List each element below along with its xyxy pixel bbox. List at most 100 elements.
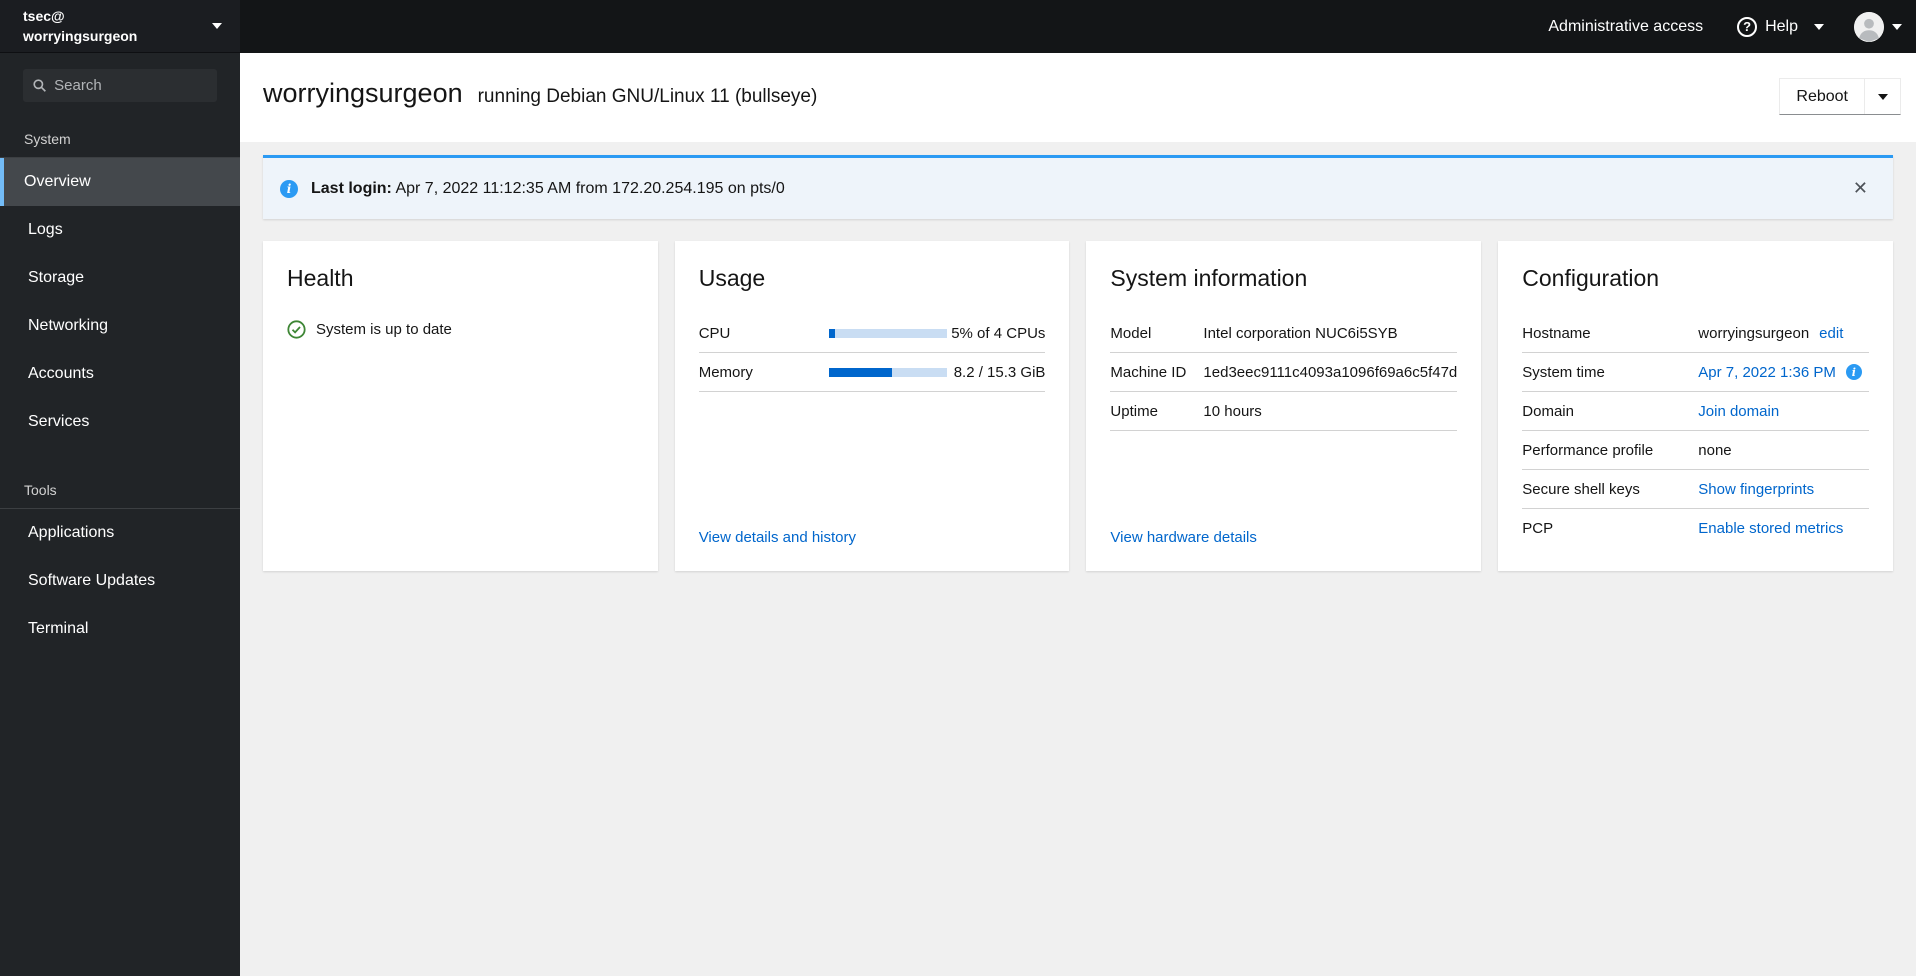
nav-section-tools: Tools Applications Software Updates Term… <box>0 482 240 653</box>
row-value: Intel corporation NUC6i5SYB <box>1203 324 1398 342</box>
row-value: Show fingerprints <box>1698 481 1869 498</box>
system-time-link[interactable]: Apr 7, 2022 1:36 PM <box>1698 364 1836 381</box>
configuration-card: Configuration Hostname worryingsurgeon e… <box>1498 241 1893 571</box>
overview-content: i Last login: Apr 7, 2022 11:12:35 AM fr… <box>240 142 1916 976</box>
enable-stored-metrics-link[interactable]: Enable stored metrics <box>1698 520 1843 537</box>
session-menu[interactable] <box>1854 11 1902 42</box>
table-row: System time Apr 7, 2022 1:36 PM i <box>1522 353 1869 392</box>
chevron-down-icon <box>1814 23 1824 30</box>
health-status: System is up to date <box>287 320 634 339</box>
table-row: Machine ID 1ed3eec9111c4093a1096f69a6c5f… <box>1110 353 1458 392</box>
health-card: Health System is up to date <box>263 241 658 571</box>
join-domain-link[interactable]: Join domain <box>1698 403 1779 420</box>
row-label: Hostname <box>1522 324 1591 342</box>
usage-card: Usage CPU 5% of 4 CPUs Memory 8.2 / 15.3… <box>674 241 1070 571</box>
sidebar-item-accounts[interactable]: Accounts <box>0 350 240 398</box>
usage-row-label: Memory <box>698 363 753 381</box>
close-icon[interactable]: ✕ <box>1845 174 1876 203</box>
usage-row-label: CPU <box>698 324 731 342</box>
view-details-history-link[interactable]: View details and history <box>699 529 856 546</box>
chevron-down-icon <box>212 23 222 29</box>
sidebar-item-networking[interactable]: Networking <box>0 302 240 350</box>
os-subtitle: running Debian GNU/Linux 11 (bullseye) <box>477 86 818 107</box>
app-window: tsec@ worryingsurgeon System Overview Lo… <box>0 0 1916 976</box>
edit-hostname-link[interactable]: edit <box>1819 325 1843 342</box>
health-status-text: System is up to date <box>316 321 452 338</box>
view-hardware-details-link[interactable]: View hardware details <box>1110 529 1256 546</box>
performance-profile-value: none <box>1698 441 1732 459</box>
nav-section-title: Tools <box>0 482 240 509</box>
table-row: Model Intel corporation NUC6i5SYB <box>1110 314 1458 353</box>
cpu-progress-fill <box>828 328 835 338</box>
sidebar-item-terminal[interactable]: Terminal <box>0 605 240 653</box>
page-header: worryingsurgeon running Debian GNU/Linux… <box>240 53 1916 142</box>
chevron-down-icon <box>1877 93 1888 100</box>
sidebar-search-box <box>23 69 217 102</box>
table-row: PCP Enable stored metrics <box>1522 509 1869 548</box>
question-circle-icon: ? <box>1737 16 1758 37</box>
page-title: worryingsurgeon <box>263 78 463 108</box>
row-label: Machine ID <box>1110 363 1187 381</box>
row-value: 10 hours <box>1203 402 1262 420</box>
chevron-down-icon <box>1892 23 1902 30</box>
reboot-dropdown-toggle[interactable] <box>1864 79 1900 114</box>
cpu-progress-bar <box>828 328 947 338</box>
avatar <box>1854 11 1884 42</box>
table-row: CPU 5% of 4 CPUs <box>698 314 1046 353</box>
row-label: Model <box>1110 324 1152 342</box>
sidebar-item-applications[interactable]: Applications <box>0 509 240 557</box>
card-title: System information <box>1110 265 1308 291</box>
masthead: Administrative access ? Help <box>240 0 1916 53</box>
row-label: Secure shell keys <box>1522 480 1640 498</box>
help-label: Help <box>1765 17 1798 35</box>
system-info-table: Model Intel corporation NUC6i5SYB Machin… <box>1110 314 1458 431</box>
nav-section-system: System Overview Logs Storage Networking … <box>0 131 240 446</box>
search-input[interactable] <box>54 77 207 94</box>
system-information-card: System information Model Intel corporati… <box>1086 241 1482 571</box>
card-title: Configuration <box>1522 265 1660 291</box>
info-icon[interactable]: i <box>1845 364 1862 380</box>
sidebar-nav: System Overview Logs Storage Networking … <box>0 102 240 653</box>
sidebar: tsec@ worryingsurgeon System Overview Lo… <box>0 0 240 976</box>
alert-text: Last login: Apr 7, 2022 11:12:35 AM from… <box>311 180 785 198</box>
row-label: Performance profile <box>1522 441 1654 459</box>
table-row: Hostname worryingsurgeon edit <box>1522 314 1869 353</box>
row-value: worryingsurgeon edit <box>1698 325 1869 342</box>
row-label: Domain <box>1522 402 1574 420</box>
sidebar-item-logs[interactable]: Logs <box>0 206 240 254</box>
usage-row-value: 8.2 / 15.3 GiB <box>953 363 1046 381</box>
sidebar-item-overview[interactable]: Overview <box>0 158 240 206</box>
table-row: Memory 8.2 / 15.3 GiB <box>698 353 1046 392</box>
reboot-split-button: Reboot <box>1779 78 1901 115</box>
table-row: Uptime 10 hours <box>1110 392 1458 431</box>
card-footer: View details and history <box>699 517 1046 547</box>
card-title: Usage <box>698 265 766 291</box>
row-value: none <box>1698 442 1869 459</box>
admin-access-button[interactable]: Administrative access <box>1548 18 1703 36</box>
row-value: Enable stored metrics <box>1698 520 1869 537</box>
card-grid: Health System is up to date Usage CPU 5%… <box>263 241 1893 571</box>
configuration-table: Hostname worryingsurgeon edit System tim… <box>1522 314 1869 548</box>
search-icon <box>33 79 46 92</box>
nav-section-title: System <box>0 131 240 158</box>
usage-row-value: 5% of 4 CPUs <box>951 324 1046 342</box>
reboot-button[interactable]: Reboot <box>1780 79 1864 114</box>
row-value: 1ed3eec9111c4093a1096f69a6c5f47d <box>1203 363 1458 381</box>
sidebar-item-storage[interactable]: Storage <box>0 254 240 302</box>
sidebar-item-services[interactable]: Services <box>0 398 240 446</box>
alert-title: Last login: <box>311 179 392 197</box>
account-user-label: tsec@ <box>23 7 65 24</box>
account-identity: tsec@ worryingsurgeon <box>23 6 212 47</box>
account-host-label: worryingsurgeon <box>23 28 138 44</box>
card-footer: View hardware details <box>1110 517 1457 547</box>
row-label: Uptime <box>1110 402 1158 420</box>
show-fingerprints-link[interactable]: Show fingerprints <box>1698 481 1814 498</box>
main-area: Administrative access ? Help worryingsur… <box>240 0 1916 976</box>
help-menu[interactable]: ? Help <box>1737 16 1824 37</box>
row-label: PCP <box>1522 520 1554 537</box>
sidebar-item-software-updates[interactable]: Software Updates <box>0 557 240 605</box>
memory-progress-fill <box>828 367 893 377</box>
host-switcher-dropdown[interactable]: tsec@ worryingsurgeon <box>0 0 240 53</box>
table-row: Domain Join domain <box>1522 392 1869 431</box>
title-group: worryingsurgeon running Debian GNU/Linux… <box>263 78 817 109</box>
